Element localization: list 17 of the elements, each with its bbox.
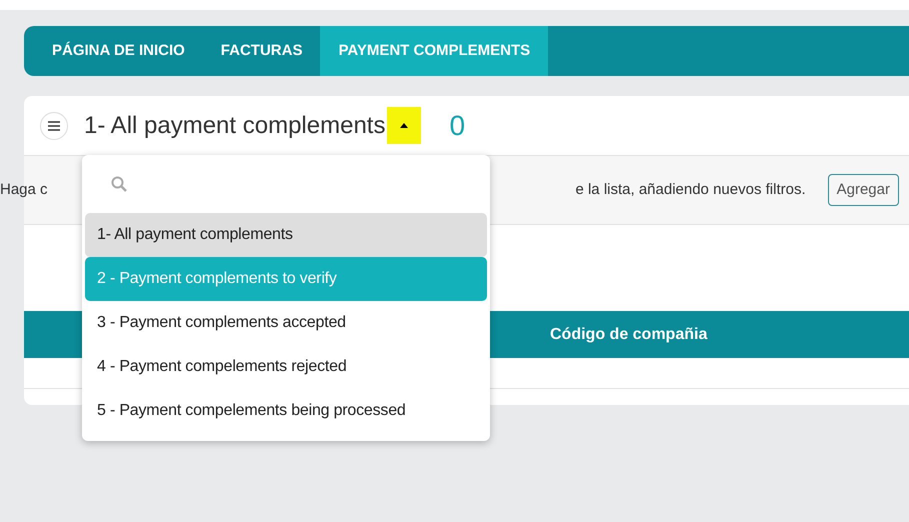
nav-tab[interactable]: PÁGINA DE INICIO xyxy=(34,26,203,76)
nav-tab[interactable]: FACTURAS xyxy=(202,26,320,76)
dropdown-option[interactable]: 1- All payment complements xyxy=(85,213,487,257)
menu-button[interactable] xyxy=(40,112,68,140)
view-title: 1- All payment complements xyxy=(84,110,386,140)
filter-hint: Haga c xyxy=(0,180,48,200)
caret-icon xyxy=(400,123,408,128)
dropdown-option[interactable]: 3 - Payment complements accepted xyxy=(85,301,487,345)
search-icon xyxy=(111,176,127,192)
dropdown-toggle[interactable] xyxy=(387,107,422,144)
dropdown-option[interactable]: 4 - Payment compelements rejected xyxy=(85,345,487,389)
column-header: Código de compañia xyxy=(550,324,708,344)
menu-icon xyxy=(48,120,60,130)
filter-hint: e la lista, añadiendo nuevos filtros. xyxy=(575,180,806,200)
dropdown-option[interactable]: 5 - Payment compelements being processed xyxy=(85,389,487,433)
add-button[interactable]: Agregar xyxy=(828,174,899,206)
result-count: 0 xyxy=(449,108,466,142)
